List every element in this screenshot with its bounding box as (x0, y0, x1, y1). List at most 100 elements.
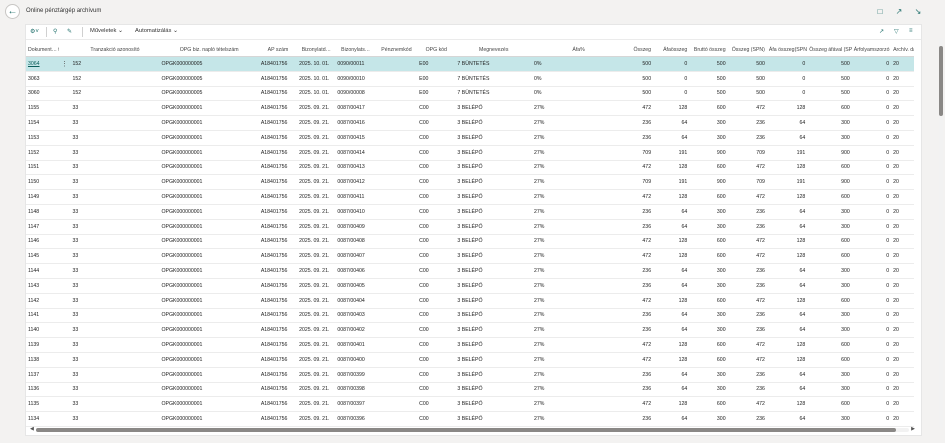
share-icon[interactable]: ↗ (879, 28, 884, 35)
column-header[interactable]: OPG biz. napló tételszám (159, 40, 259, 57)
table-row[interactable]: 1137 33 OPGK000000001 A18401756 2025. 09. 21… (26, 367, 914, 383)
column-header[interactable]: Összeg (SPN) (727, 40, 767, 57)
table-cell[interactable]: 1153 (26, 130, 60, 146)
column-header[interactable]: OPG kód (417, 40, 456, 57)
table-cell[interactable]: 1144 (26, 263, 60, 279)
row-menu-icon[interactable] (59, 293, 71, 309)
table-cell[interactable]: 1142 (26, 293, 60, 309)
row-menu-icon[interactable] (59, 71, 71, 87)
row-menu-icon[interactable] (59, 278, 71, 294)
filter-icon[interactable]: ▽ (894, 28, 899, 35)
row-menu-icon[interactable] (59, 263, 71, 279)
table-cell[interactable]: 1150 (26, 174, 60, 191)
table-row[interactable]: 3063 152 OPGK000000005 A18401756 2025. 10. 0… (26, 71, 914, 87)
table-cell[interactable]: 1136 (26, 382, 60, 398)
table-cell[interactable]: 1137 (26, 367, 60, 383)
table-row[interactable]: 1144 33 OPGK000000001 A18401756 2025. 09. 21… (26, 263, 914, 279)
row-menu-icon[interactable] (59, 308, 71, 324)
table-row[interactable]: 1140 33 OPGK000000001 A18401756 2025. 09. 21… (26, 322, 914, 339)
table-cell[interactable]: 3064 (26, 56, 60, 72)
table-cell[interactable]: 1139 (26, 337, 60, 353)
table-cell[interactable]: 1147 (26, 219, 60, 235)
horizontal-scrollbar[interactable]: ◀ ▶ (30, 426, 915, 433)
row-menu-icon[interactable] (59, 322, 71, 339)
back-button[interactable]: ← (5, 4, 20, 19)
table-row[interactable]: 1152 33 OPGK000000001 A18401756 2025. 09. 21… (26, 145, 914, 161)
vertical-scrollbar[interactable] (939, 38, 943, 428)
column-header[interactable]: Dokument… tételszám ↓ (26, 40, 60, 57)
scroll-thumb[interactable] (36, 428, 896, 432)
table-cell[interactable]: 1134 (26, 411, 60, 427)
row-menu-icon[interactable] (59, 115, 71, 131)
column-header[interactable]: Összeg (625, 40, 654, 57)
row-menu-icon[interactable] (59, 145, 71, 161)
column-header[interactable]: Bizonylats… (335, 40, 376, 57)
table-cell[interactable]: 1138 (26, 352, 60, 368)
row-menu-icon[interactable] (59, 234, 71, 250)
table-cell[interactable]: 1149 (26, 189, 60, 205)
column-header[interactable]: Archív. dátum (891, 40, 914, 57)
row-menu-icon[interactable] (59, 189, 71, 205)
row-menu-icon[interactable] (59, 352, 71, 368)
column-header[interactable]: Áfaösszeg (653, 40, 690, 57)
row-menu-icon[interactable] (59, 219, 71, 235)
column-header[interactable]: AP szám (258, 40, 298, 57)
table-row[interactable]: 1154 33 OPGK000000001 A18401756 2025. 09. 21… (26, 115, 914, 131)
table-row[interactable]: 1151 33 OPGK000000001 A18401756 2025. 09. 21… (26, 160, 914, 176)
table-row[interactable]: 1149 33 OPGK000000001 A18401756 2025. 09. 21… (26, 189, 914, 205)
column-header[interactable]: Árfolyamszorzó (851, 40, 892, 57)
table-cell[interactable]: 1141 (26, 308, 60, 324)
column-header[interactable]: Áfa összeg(SPN) (766, 40, 808, 57)
table-row[interactable]: 1134 33 OPGK000000001 A18401756 2025. 09. 21… (26, 411, 914, 427)
column-header[interactable]: Áfa% (532, 40, 626, 57)
row-menu-icon[interactable] (59, 337, 71, 353)
table-row[interactable]: 1145 33 OPGK000000001 A18401756 2025. 09. 21… (26, 248, 914, 265)
table-cell[interactable]: 1148 (26, 204, 60, 220)
scroll-right-icon[interactable]: ▶ (911, 426, 915, 432)
table-cell[interactable]: 1140 (26, 322, 60, 339)
row-menu-icon[interactable] (59, 396, 71, 413)
table-row[interactable]: 1143 33 OPGK000000001 A18401756 2025. 09. 21… (26, 278, 914, 294)
row-menu-icon[interactable] (59, 100, 71, 117)
row-menu-icon[interactable] (59, 204, 71, 220)
open-new-window-icon[interactable]: ↗ (894, 6, 904, 16)
table-row[interactable]: 1147 33 OPGK000000001 A18401756 2025. 09. 21… (26, 219, 914, 235)
automation-menu[interactable]: Automatizálás ⌄ (135, 28, 178, 34)
column-header[interactable]: Pénznemkód (375, 40, 418, 57)
row-menu-icon[interactable] (59, 382, 71, 398)
table-row[interactable]: 1142 33 OPGK000000001 A18401756 2025. 09. 21… (26, 293, 914, 309)
scroll-thumb[interactable] (939, 46, 943, 116)
table-row[interactable]: 1138 33 OPGK000000001 A18401756 2025. 09. 21… (26, 352, 914, 368)
table-cell[interactable]: 1135 (26, 396, 60, 413)
search-icon[interactable]: ⚲ (53, 28, 57, 35)
views-icon[interactable]: ⚙˅ (30, 28, 39, 35)
row-menu-icon[interactable] (59, 174, 71, 191)
table-cell[interactable]: 1151 (26, 160, 60, 176)
table-row[interactable]: 1153 33 OPGK000000001 A18401756 2025. 09. 21… (26, 130, 914, 146)
table-cell[interactable]: 3060 (26, 86, 60, 102)
table-row[interactable]: 3064 ⋮ 152 OPGK000000005 A18401756 2025. 10. … (26, 56, 914, 72)
table-row[interactable]: 1148 33 OPGK000000001 A18401756 2025. 09. 21… (26, 204, 914, 220)
bookmark-icon[interactable]: □ (875, 6, 885, 16)
table-row[interactable]: 1135 33 OPGK000000001 A18401756 2025. 09. 21… (26, 396, 914, 413)
column-header[interactable]: Tranzakció azonosító (70, 40, 160, 57)
row-menu-icon[interactable] (59, 367, 71, 383)
table-cell[interactable]: 1145 (26, 248, 60, 265)
column-header[interactable]: Bruttó összeg (689, 40, 728, 57)
column-header[interactable]: Összeg áfával (SPN) (807, 40, 852, 57)
row-menu-icon[interactable]: ⋮ (59, 56, 71, 72)
row-menu-icon[interactable] (59, 160, 71, 176)
row-menu-icon[interactable] (59, 248, 71, 265)
table-row[interactable]: 1155 33 OPGK000000001 A18401756 2025. 09. 21… (26, 100, 914, 117)
table-row[interactable]: 1139 33 OPGK000000001 A18401756 2025. 09. 21… (26, 337, 914, 353)
column-header[interactable]: Megnevezés (455, 40, 532, 57)
column-header[interactable]: Bizonylatd… (297, 40, 336, 57)
row-menu-icon[interactable] (59, 130, 71, 146)
table-row[interactable]: 1141 33 OPGK000000001 A18401756 2025. 09. 21… (26, 308, 914, 324)
row-menu-icon[interactable] (59, 411, 71, 427)
table-cell[interactable]: 1152 (26, 145, 60, 161)
table-cell[interactable]: 1154 (26, 115, 60, 131)
table-row[interactable]: 1146 33 OPGK000000001 A18401756 2025. 09. 21… (26, 234, 914, 250)
list-settings-icon[interactable]: ≡ (909, 28, 913, 34)
table-cell[interactable]: 3063 (26, 71, 60, 87)
